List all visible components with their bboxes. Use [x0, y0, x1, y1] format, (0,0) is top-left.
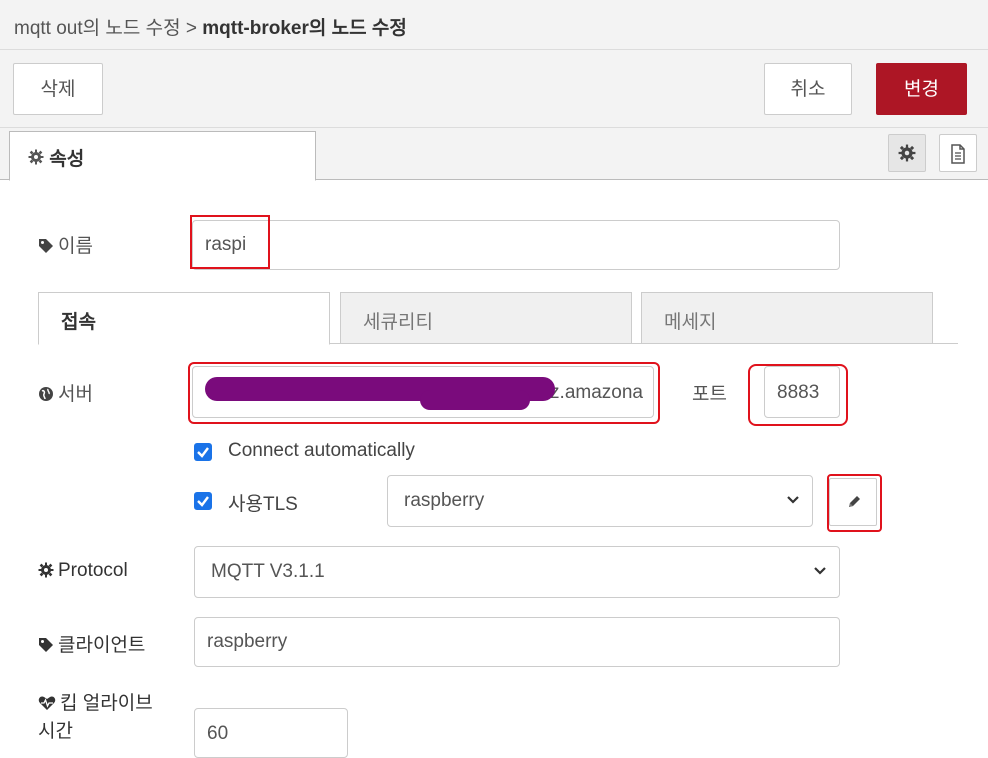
- tag-icon: [39, 239, 53, 253]
- keepalive-input[interactable]: 60: [194, 708, 348, 758]
- protocol-label: Protocol: [38, 560, 128, 582]
- tab-properties[interactable]: 속성: [9, 131, 316, 181]
- tls-config-value: raspberry: [404, 490, 485, 511]
- connection-subtabs: 접속 세큐리티 메세지: [38, 292, 958, 345]
- tag-icon: [39, 638, 53, 652]
- cancel-button[interactable]: 취소: [764, 63, 852, 115]
- protocol-label-text: Protocol: [58, 560, 128, 581]
- server-label-text: 서버: [58, 384, 93, 405]
- connect-automatically-label: Connect automatically: [228, 440, 415, 461]
- dialog-toolbar: 삭제 취소 변경: [0, 50, 988, 128]
- delete-button[interactable]: 삭제: [13, 63, 103, 115]
- properties-tab-strip: 속성: [0, 128, 988, 181]
- tab-security[interactable]: 세큐리티: [340, 292, 632, 344]
- use-tls-label: 사용TLS: [228, 494, 298, 515]
- document-icon: [951, 144, 965, 164]
- breadcrumb-current: mqtt-broker의 노드 수정: [202, 18, 407, 39]
- protocol-select[interactable]: MQTT V3.1.1: [194, 546, 840, 598]
- annotation-name: [190, 215, 270, 269]
- chevron-down-icon: [814, 567, 826, 575]
- name-label-text: 이름: [58, 236, 93, 257]
- gear-icon: [898, 144, 916, 162]
- check-icon: [197, 447, 209, 458]
- name-input[interactable]: raspi: [192, 220, 840, 270]
- breadcrumb: mqtt out의 노드 수정 > mqtt-broker의 노드 수정: [14, 13, 407, 40]
- change-button[interactable]: 변경: [876, 63, 967, 115]
- client-id-input[interactable]: raspberry: [194, 617, 840, 667]
- keepalive-label: 킵 얼라이브: [38, 688, 153, 715]
- node-settings-button[interactable]: [888, 134, 926, 172]
- annotation-port: [748, 364, 848, 426]
- client-label-text: 클라이언트: [58, 635, 146, 656]
- name-label: 이름: [38, 231, 93, 258]
- use-tls-checkbox[interactable]: [194, 492, 212, 510]
- connect-automatically-checkbox[interactable]: [194, 443, 212, 461]
- tab-messages[interactable]: 메세지: [641, 292, 933, 344]
- chevron-down-icon: [787, 496, 799, 504]
- tls-config-select[interactable]: raspberry: [387, 475, 813, 527]
- server-label: 서버: [38, 379, 93, 406]
- protocol-value: MQTT V3.1.1: [211, 561, 325, 582]
- breadcrumb-parent[interactable]: mqtt out의 노드 수정 >: [14, 18, 202, 39]
- gear-icon: [38, 562, 54, 578]
- tab-properties-label: 속성: [49, 149, 85, 170]
- keepalive-label-line2: 시간: [38, 721, 73, 742]
- annotation-edit: [827, 474, 882, 532]
- globe-icon: [39, 387, 53, 401]
- dialog-title-bar: mqtt out의 노드 수정 > mqtt-broker의 노드 수정: [0, 0, 988, 50]
- heartbeat-icon: [38, 696, 56, 710]
- node-description-button[interactable]: [939, 134, 977, 172]
- gear-icon: [28, 149, 44, 170]
- check-icon: [197, 496, 209, 507]
- tab-connection[interactable]: 접속: [38, 292, 330, 345]
- port-label: 포트: [692, 384, 727, 405]
- keepalive-label-line1: 킵 얼라이브: [60, 693, 153, 714]
- annotation-server: [188, 362, 660, 424]
- client-label: 클라이언트: [38, 630, 145, 657]
